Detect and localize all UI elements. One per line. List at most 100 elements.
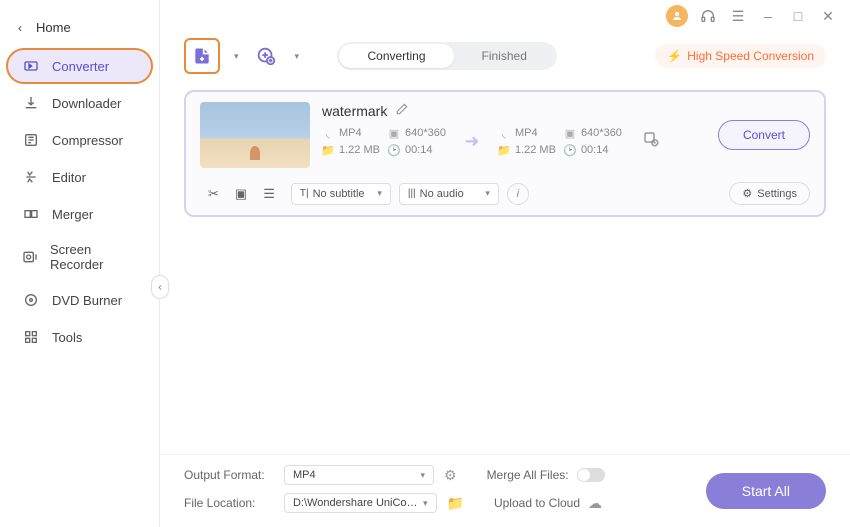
video-icon: ◟	[322, 127, 334, 139]
subtitle-icon: T|	[300, 188, 309, 199]
output-format-select[interactable]: MP4 ▾	[284, 465, 434, 485]
output-settings-icon[interactable]	[642, 130, 660, 153]
nav-label: Editor	[52, 170, 86, 185]
arrow-right-icon: ➜	[460, 130, 484, 154]
sidebar-item-screen-recorder[interactable]: Screen Recorder	[6, 233, 153, 281]
subtitle-value: No subtitle	[313, 188, 365, 200]
src-res: 640*360	[405, 127, 446, 139]
resolution-icon: ▣	[388, 127, 400, 139]
subtitle-select[interactable]: T| No subtitle ▾	[291, 183, 391, 205]
cloud-icon[interactable]: ☁	[588, 495, 602, 512]
download-icon	[22, 94, 40, 112]
merge-toggle[interactable]	[577, 468, 605, 482]
nav-label: DVD Burner	[52, 293, 122, 308]
tools-icon	[22, 328, 40, 346]
folder-icon: 📁	[498, 144, 510, 156]
compressor-icon	[22, 131, 40, 149]
tgt-dur: 00:14	[581, 144, 609, 156]
upload-label: Upload to Cloud	[494, 496, 580, 510]
clock-icon: 🕑	[388, 144, 400, 156]
tab-switch: Converting Finished	[337, 42, 556, 70]
nav-label: Compressor	[52, 133, 123, 148]
file-title: watermark	[322, 103, 387, 119]
tgt-format: MP4	[515, 127, 538, 139]
minimize-icon[interactable]: –	[758, 6, 778, 26]
more-icon[interactable]: ☰	[263, 186, 275, 202]
maximize-icon[interactable]: □	[788, 6, 808, 26]
nav-label: Screen Recorder	[50, 242, 137, 272]
avatar[interactable]	[666, 5, 688, 27]
sidebar-item-editor[interactable]: Editor	[6, 159, 153, 195]
crop-icon[interactable]: ▣	[235, 186, 247, 202]
audio-select[interactable]: ||| No audio ▾	[399, 183, 499, 205]
nav-label: Merger	[52, 207, 93, 222]
chevron-left-icon: ‹	[18, 21, 22, 35]
sidebar-item-downloader[interactable]: Downloader	[6, 85, 153, 121]
file-location-value: D:\Wondershare UniConverter 1	[293, 497, 423, 509]
menu-icon[interactable]: ☰	[728, 6, 748, 26]
nav-label: Converter	[52, 59, 109, 74]
tgt-res: 640*360	[581, 127, 622, 139]
folder-icon: 📁	[322, 144, 334, 156]
clock-icon: 🕑	[564, 144, 576, 156]
bolt-icon: ⚡	[667, 49, 682, 63]
video-icon: ◟	[498, 127, 510, 139]
speed-label: High Speed Conversion	[687, 49, 814, 63]
conversion-card: watermark ◟ MP4 📁 1.22 MB ▣ 640*360	[184, 90, 826, 217]
sidebar-item-compressor[interactable]: Compressor	[6, 122, 153, 158]
recorder-icon	[22, 248, 38, 266]
resolution-icon: ▣	[564, 127, 576, 139]
add-url-caret[interactable]: ▾	[295, 51, 300, 62]
tab-finished[interactable]: Finished	[454, 44, 555, 68]
sidebar-item-merger[interactable]: Merger	[6, 196, 153, 232]
sidebar: ‹ Home Converter Downloader Compressor	[0, 0, 160, 527]
card-settings-button[interactable]: ⚙ Settings	[729, 182, 810, 205]
conversion-list: watermark ◟ MP4 📁 1.22 MB ▣ 640*360	[160, 80, 850, 454]
add-file-caret[interactable]: ▾	[234, 51, 239, 62]
gear-icon: ⚙	[742, 187, 752, 200]
add-file-button[interactable]	[184, 38, 220, 74]
headset-icon[interactable]	[698, 6, 718, 26]
src-format: MP4	[339, 127, 362, 139]
add-url-button[interactable]	[251, 41, 281, 71]
trim-icon[interactable]: ✂	[208, 186, 219, 202]
editor-icon	[22, 168, 40, 186]
settings-label: Settings	[757, 188, 797, 200]
chevron-down-icon: ▾	[423, 498, 428, 509]
merger-icon	[22, 205, 40, 223]
nav-label: Downloader	[52, 96, 121, 111]
chevron-down-icon: ▾	[485, 188, 490, 199]
file-location-label: File Location:	[184, 496, 274, 510]
chevron-down-icon: ▾	[377, 188, 382, 199]
converter-icon	[22, 57, 40, 75]
tab-converting[interactable]: Converting	[339, 44, 453, 68]
nav-label: Tools	[52, 330, 82, 345]
dvd-icon	[22, 291, 40, 309]
sidebar-item-dvd-burner[interactable]: DVD Burner	[6, 282, 153, 318]
home-link[interactable]: ‹ Home	[0, 8, 159, 47]
close-icon[interactable]: ✕	[818, 6, 838, 26]
convert-button[interactable]: Convert	[718, 120, 810, 150]
open-folder-icon[interactable]: 📁	[447, 495, 464, 512]
info-icon[interactable]: i	[507, 183, 529, 205]
chevron-down-icon: ▾	[420, 470, 425, 481]
src-size: 1.22 MB	[339, 144, 380, 156]
edit-title-icon[interactable]	[395, 102, 409, 119]
main-panel: ☰ – □ ✕ ▾ ▾ Converting Finished ⚡ High S…	[160, 0, 850, 527]
audio-value: No audio	[420, 188, 464, 200]
sidebar-item-tools[interactable]: Tools	[6, 319, 153, 355]
format-settings-icon[interactable]: ⚙	[444, 467, 457, 484]
sidebar-item-converter[interactable]: Converter	[6, 48, 153, 84]
merge-label: Merge All Files:	[487, 468, 569, 482]
titlebar: ☰ – □ ✕	[160, 0, 850, 32]
tgt-size: 1.22 MB	[515, 144, 556, 156]
high-speed-badge[interactable]: ⚡ High Speed Conversion	[655, 44, 826, 68]
output-format-value: MP4	[293, 469, 316, 481]
audio-icon: |||	[408, 188, 416, 199]
src-dur: 00:14	[405, 144, 433, 156]
home-label: Home	[36, 20, 71, 35]
video-thumbnail[interactable]	[200, 102, 310, 168]
toolbar: ▾ ▾ Converting Finished ⚡ High Speed Con…	[160, 32, 850, 80]
start-all-button[interactable]: Start All	[706, 473, 826, 509]
file-location-select[interactable]: D:\Wondershare UniConverter 1 ▾	[284, 493, 437, 513]
